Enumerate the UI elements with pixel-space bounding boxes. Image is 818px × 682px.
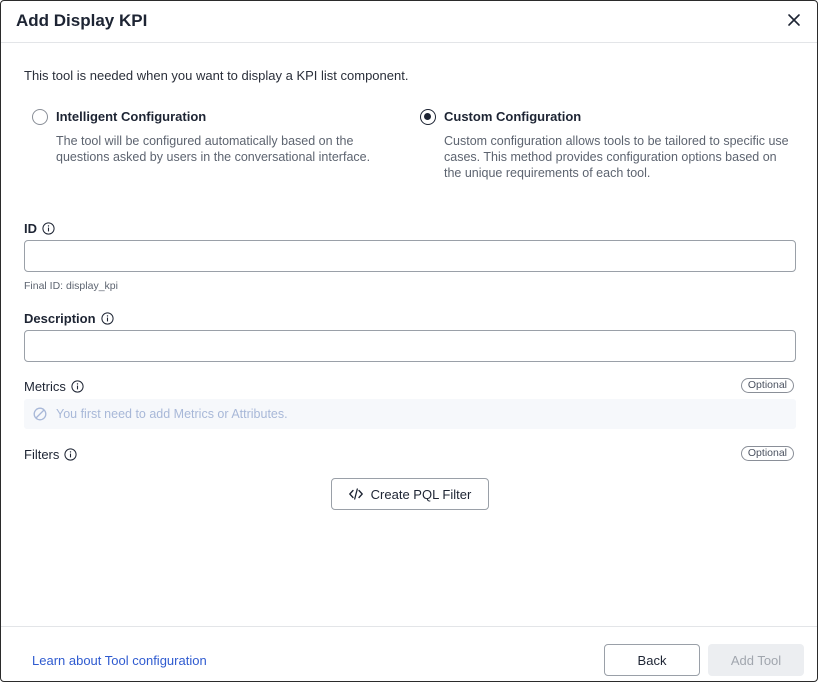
add-tool-button[interactable]: Add Tool — [708, 644, 804, 676]
metrics-empty-text: You first need to add Metrics or Attribu… — [56, 407, 288, 421]
custom-configuration-radio[interactable] — [420, 109, 436, 125]
code-icon — [348, 488, 363, 500]
dialog-header: Add Display KPI — [1, 1, 817, 43]
info-icon[interactable] — [64, 448, 77, 461]
radio-title: Custom Configuration — [444, 109, 582, 124]
metrics-optional-badge: Optional — [740, 378, 794, 393]
info-icon[interactable] — [100, 312, 114, 325]
intro-text: This tool is needed when you want to dis… — [24, 68, 409, 83]
filters-optional-badge: Optional — [740, 446, 794, 461]
metrics-label-text: Metrics — [24, 379, 66, 394]
learn-about-tool-configuration-link[interactable]: Learn about Tool configuration — [32, 653, 207, 668]
ban-icon — [33, 407, 47, 421]
filters-label-text: Filters — [24, 447, 60, 462]
close-button[interactable] — [785, 11, 803, 29]
description-label: Description — [24, 311, 114, 326]
dialog-footer: Learn about Tool configuration Back Add … — [1, 626, 817, 682]
description-input[interactable] — [24, 330, 796, 362]
back-button[interactable]: Back — [604, 644, 700, 676]
radio-title: Intelligent Configuration — [56, 109, 207, 124]
id-label-text: ID — [24, 221, 37, 236]
radio-description: Custom configuration allows tools to be … — [444, 134, 789, 180]
close-icon — [785, 11, 803, 29]
metrics-empty-state: You first need to add Metrics or Attribu… — [24, 399, 796, 429]
radio-description: The tool will be configured automaticall… — [56, 134, 371, 164]
add-tool-dialog: Add Display KPI This tool is needed when… — [0, 0, 818, 682]
metrics-label: Metrics — [24, 379, 84, 394]
description-label-text: Description — [24, 311, 96, 326]
info-icon[interactable] — [42, 222, 55, 235]
final-id-hint: Final ID: display_kpi — [24, 280, 118, 292]
filters-label: Filters — [24, 447, 77, 462]
create-pql-filter-button[interactable]: Create PQL Filter — [331, 478, 489, 510]
create-pql-filter-label: Create PQL Filter — [370, 486, 472, 502]
id-input[interactable] — [24, 240, 796, 272]
intelligent-configuration-radio[interactable] — [32, 109, 48, 125]
info-icon[interactable] — [71, 380, 84, 393]
dialog-title: Add Display KPI — [16, 11, 148, 30]
id-label: ID — [24, 221, 55, 236]
